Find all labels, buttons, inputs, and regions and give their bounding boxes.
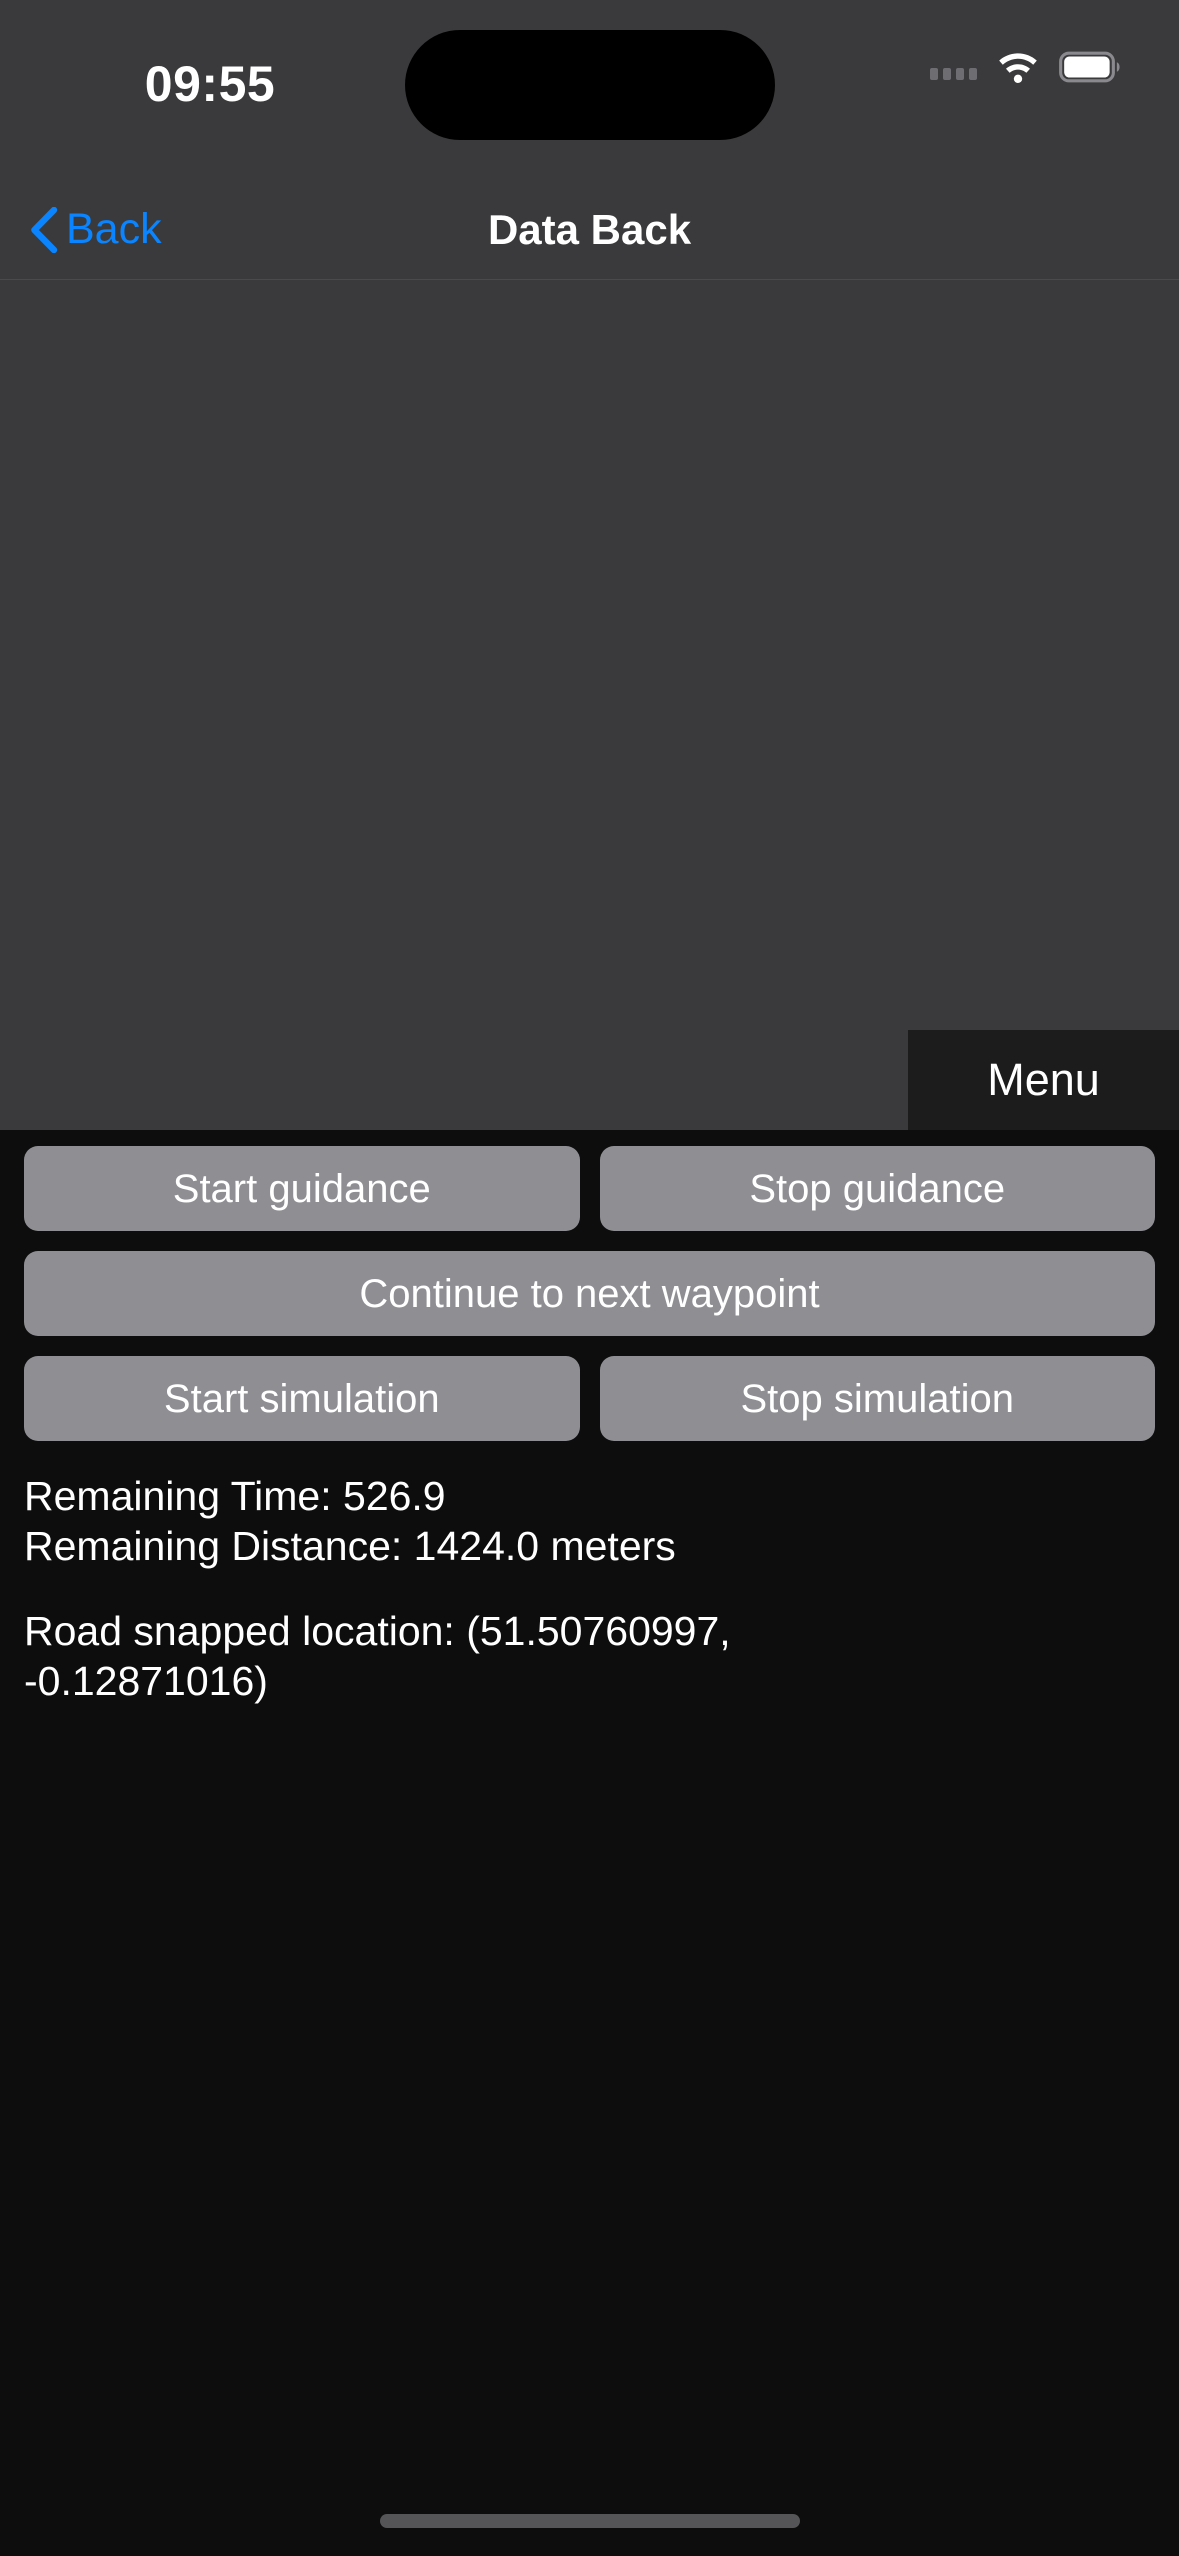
cellular-signal-icon xyxy=(930,62,977,80)
back-button-label: Back xyxy=(66,205,162,253)
road-snapped-group: Road snapped location: (51.50760997, -0.… xyxy=(24,1606,924,1706)
simulation-button-row: Start simulation Stop simulation xyxy=(24,1356,1155,1442)
stop-guidance-button[interactable]: Stop guidance xyxy=(599,1146,1155,1232)
control-panel: Start guidance Stop guidance Continue to… xyxy=(0,1130,1179,1462)
page-title: Data Back xyxy=(487,205,692,253)
start-simulation-button[interactable]: Start simulation xyxy=(24,1356,580,1442)
guidance-button-row: Start guidance Stop guidance xyxy=(24,1146,1155,1232)
road-snapped-location-text: Road snapped location: (51.50760997, -0.… xyxy=(24,1607,731,1704)
dynamic-island xyxy=(405,30,775,140)
menu-button[interactable]: Menu xyxy=(908,1030,1179,1131)
app-screen: 09:55 Data Back Back Menu Start guidance… xyxy=(0,0,1179,2556)
remaining-time-text: Remaining Time: 526.9 xyxy=(24,1473,446,1520)
map-view[interactable]: Menu xyxy=(0,280,1179,1131)
continue-to-next-waypoint-button[interactable]: Continue to next waypoint xyxy=(24,1251,1155,1337)
navigation-bar: Data Back Back xyxy=(0,180,1179,280)
remaining-info-group: Remaining Time: 526.9 Remaining Distance… xyxy=(24,1471,1155,1571)
home-indicator[interactable] xyxy=(379,2514,800,2528)
remaining-distance-text: Remaining Distance: 1424.0 meters xyxy=(24,1523,676,1570)
back-button[interactable]: Back xyxy=(20,199,172,260)
wifi-icon xyxy=(999,53,1037,83)
menu-button-label: Menu xyxy=(987,1054,1100,1106)
waypoint-button-row: Continue to next waypoint xyxy=(24,1251,1155,1337)
status-bar-indicators xyxy=(930,40,1121,90)
status-bar: 09:55 xyxy=(0,0,1179,180)
status-bar-time: 09:55 xyxy=(144,56,276,112)
home-indicator-area xyxy=(0,1705,1179,2556)
start-guidance-button[interactable]: Start guidance xyxy=(24,1146,580,1232)
status-readout: Remaining Time: 526.9 Remaining Distance… xyxy=(0,1461,1179,1706)
battery-icon xyxy=(1059,51,1120,83)
chevron-left-icon xyxy=(31,206,58,253)
stop-simulation-button[interactable]: Stop simulation xyxy=(599,1356,1155,1442)
